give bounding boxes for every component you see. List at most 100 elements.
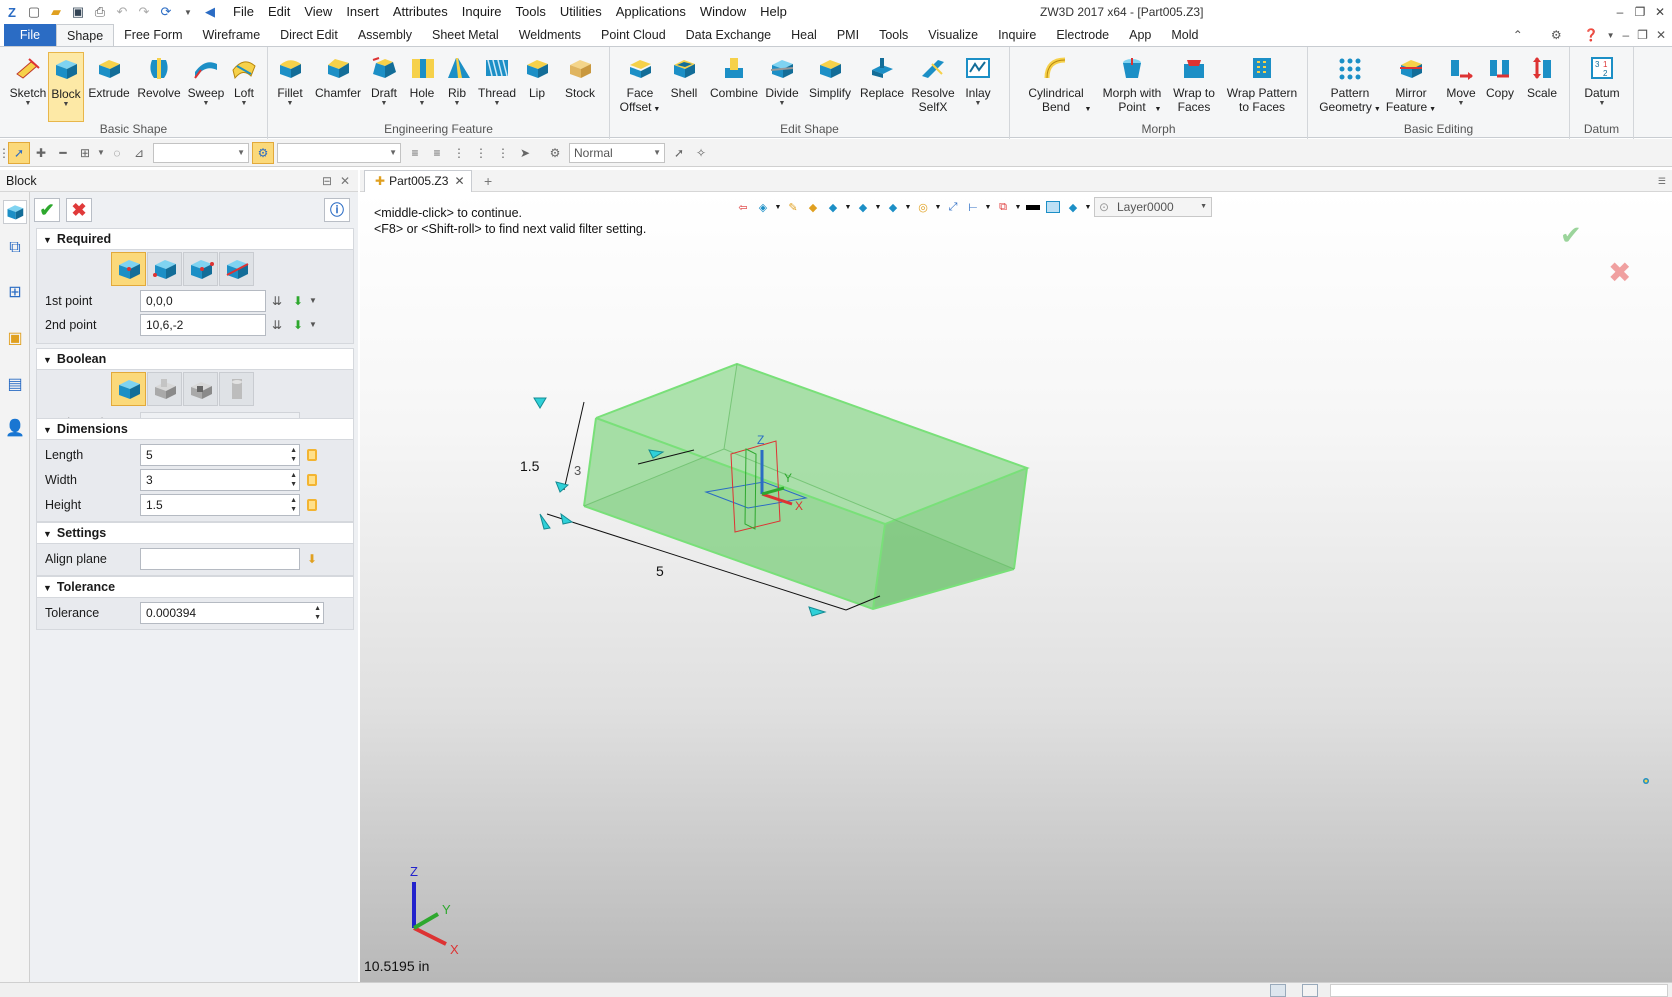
save-icon[interactable]: ▣ bbox=[68, 2, 88, 22]
menu-tools[interactable]: Tools bbox=[509, 0, 553, 24]
block-corner-option[interactable] bbox=[147, 252, 182, 286]
resolve-selfx-button[interactable]: Resolve SelfX bbox=[910, 52, 956, 114]
tab-heal[interactable]: Heal bbox=[781, 24, 827, 46]
section-dimensions[interactable]: ▼ Dimensions bbox=[36, 418, 354, 440]
chamfer-button[interactable]: Chamfer bbox=[314, 52, 362, 100]
remove-filter-icon[interactable]: ━ bbox=[52, 142, 74, 164]
align-icon-3[interactable]: ⋮ bbox=[448, 142, 470, 164]
view-mode-icon[interactable] bbox=[1270, 984, 1286, 997]
tab-data-exchange[interactable]: Data Exchange bbox=[676, 24, 781, 46]
menu-insert[interactable]: Insert bbox=[339, 0, 386, 24]
cylindrical-bend-button[interactable]: Cylindrical Bend bbox=[1024, 52, 1088, 114]
second-point-expand-icon[interactable]: ⇊ bbox=[272, 314, 282, 336]
minimize-icon[interactable]: – bbox=[1612, 0, 1628, 24]
tab-mold[interactable]: Mold bbox=[1161, 24, 1208, 46]
info-button[interactable]: ⓘ bbox=[324, 198, 350, 222]
regen-icon[interactable]: ⟳ bbox=[156, 2, 176, 22]
section-settings[interactable]: ▼ Settings bbox=[36, 522, 354, 544]
tab-free-form[interactable]: Free Form bbox=[114, 24, 192, 46]
length-input[interactable]: 5 ▲ ▼ bbox=[140, 444, 300, 466]
settings-gear-icon[interactable]: ⚙ bbox=[1551, 28, 1562, 42]
collapse-ribbon-icon[interactable]: ⌃ bbox=[1513, 28, 1523, 42]
document-tab-part005[interactable]: ✚ Part005.Z3 ✕ bbox=[364, 170, 472, 192]
pattern-geometry-button[interactable]: Pattern Geometry ▼ bbox=[1318, 52, 1382, 117]
menu-window[interactable]: Window bbox=[693, 0, 753, 24]
remove-shape-option[interactable] bbox=[183, 372, 218, 406]
filter-mode-combo[interactable]: Normal ▼ bbox=[569, 142, 665, 163]
first-point-pick-icon[interactable]: ⬇ bbox=[293, 290, 303, 312]
menu-view[interactable]: View bbox=[297, 0, 339, 24]
tab-tools[interactable]: Tools bbox=[869, 24, 918, 46]
gear-icon[interactable]: ⚙ bbox=[544, 142, 566, 164]
qat-dropdown-icon[interactable]: ▼ bbox=[178, 2, 198, 22]
morph-dropdown[interactable]: ▼ bbox=[1152, 103, 1164, 117]
menu-inquire[interactable]: Inquire bbox=[455, 0, 509, 24]
tab-electrode[interactable]: Electrode bbox=[1046, 24, 1119, 46]
box-select-icon[interactable]: ⊞ bbox=[74, 142, 96, 164]
tab-pmi[interactable]: PMI bbox=[827, 24, 869, 46]
new-file-icon[interactable]: ▢ bbox=[24, 2, 44, 22]
help-icon[interactable]: ❓ bbox=[1584, 28, 1599, 42]
image-manager-icon[interactable]: ▤ bbox=[3, 372, 27, 396]
replace-button[interactable]: Replace bbox=[858, 52, 906, 100]
menu-edit[interactable]: Edit bbox=[261, 0, 297, 24]
rib-button[interactable]: Rib ▼ bbox=[442, 52, 472, 108]
intersect-shape-option[interactable] bbox=[219, 372, 254, 406]
ok-button[interactable]: ✔ bbox=[34, 198, 60, 222]
spinner-icon[interactable]: ▲ ▼ bbox=[290, 446, 297, 464]
base-shape-option[interactable] bbox=[111, 372, 146, 406]
snap-icon[interactable]: ✧ bbox=[690, 142, 712, 164]
revolve-button[interactable]: Revolve bbox=[136, 52, 182, 100]
cursor-icon[interactable]: ➤ bbox=[514, 142, 536, 164]
doc-restore-icon[interactable]: ❐ bbox=[1637, 28, 1648, 42]
second-point-pick-icon[interactable]: ⬇ bbox=[293, 314, 303, 336]
first-point-input[interactable]: 0,0,0 bbox=[140, 290, 266, 312]
app-logo-icon[interactable]: Z bbox=[2, 2, 22, 22]
tab-wireframe[interactable]: Wireframe bbox=[193, 24, 271, 46]
fillet-button[interactable]: Fillet ▼ bbox=[272, 52, 308, 108]
list-mode-icon[interactable] bbox=[1302, 984, 1318, 997]
redo-icon[interactable]: ↷ bbox=[134, 2, 154, 22]
tab-assembly[interactable]: Assembly bbox=[348, 24, 422, 46]
close-icon[interactable]: ✕ bbox=[1652, 0, 1668, 24]
height-lock-icon[interactable] bbox=[307, 499, 317, 511]
pin-icon[interactable]: ⊟ bbox=[322, 170, 332, 192]
undo-icon[interactable]: ↶ bbox=[112, 2, 132, 22]
pick-filter-icon[interactable]: ➚ bbox=[8, 141, 30, 164]
lip-button[interactable]: Lip bbox=[520, 52, 554, 100]
pick-combo[interactable]: ▼ bbox=[277, 142, 401, 163]
menu-applications[interactable]: Applications bbox=[609, 0, 693, 24]
doc-close-icon[interactable]: ✕ bbox=[1656, 28, 1666, 42]
section-required[interactable]: ▼ Required bbox=[36, 228, 354, 250]
spinner-icon[interactable]: ▲ ▼ bbox=[290, 471, 297, 489]
align-icon-4[interactable]: ⋮ bbox=[470, 142, 492, 164]
face-offset-button[interactable]: Face Offset ▼ bbox=[618, 52, 662, 117]
block-center-option[interactable] bbox=[111, 252, 146, 286]
menu-utilities[interactable]: Utilities bbox=[553, 0, 609, 24]
tab-inquire[interactable]: Inquire bbox=[988, 24, 1046, 46]
divide-button[interactable]: Divide ▼ bbox=[762, 52, 802, 108]
tab-weldments[interactable]: Weldments bbox=[509, 24, 591, 46]
tab-point-cloud[interactable]: Point Cloud bbox=[591, 24, 676, 46]
spinner-icon[interactable]: ▲ ▼ bbox=[314, 604, 321, 622]
align-icon-5[interactable]: ⋮ bbox=[492, 142, 514, 164]
menu-help[interactable]: Help bbox=[753, 0, 794, 24]
filter-combo[interactable]: ▼ bbox=[153, 142, 249, 163]
first-point-dropdown-icon[interactable]: ▼ bbox=[309, 290, 317, 312]
block-preview[interactable]: 1.5 3 5 Z Y X Z Y X bbox=[360, 192, 1672, 982]
shell-button[interactable]: Shell bbox=[666, 52, 702, 100]
combine-button[interactable]: Combine bbox=[708, 52, 760, 100]
height-input[interactable]: 1.5 ▲ ▼ bbox=[140, 494, 300, 516]
lasso-icon[interactable]: ◌ bbox=[106, 142, 128, 164]
thread-button[interactable]: Thread ▼ bbox=[476, 52, 518, 108]
align-plane-input[interactable] bbox=[140, 548, 300, 570]
tab-file[interactable]: File bbox=[4, 24, 56, 46]
tab-app[interactable]: App bbox=[1119, 24, 1161, 46]
move-button[interactable]: Move ▼ bbox=[1442, 52, 1480, 108]
wrap-pattern-button[interactable]: Wrap Pattern to Faces bbox=[1222, 52, 1302, 114]
length-lock-icon[interactable] bbox=[307, 449, 317, 461]
part-manager-icon[interactable]: ▣ bbox=[3, 326, 27, 350]
restore-icon[interactable]: ❐ bbox=[1632, 0, 1648, 24]
second-point-dropdown-icon[interactable]: ▼ bbox=[309, 314, 317, 336]
assembly-manager-icon[interactable]: ⊞ bbox=[3, 280, 27, 304]
